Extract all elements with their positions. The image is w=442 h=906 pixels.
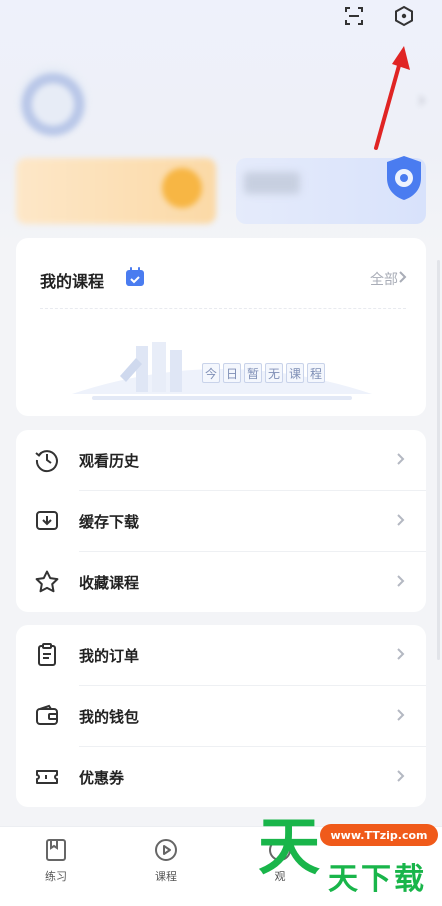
course-play-icon	[155, 839, 177, 861]
avatar[interactable]	[18, 66, 88, 136]
chevron-right-icon	[397, 514, 405, 526]
menu-item-label: 缓存下载	[79, 513, 140, 531]
chevron-right-icon	[397, 770, 405, 782]
empty-char: 日	[223, 363, 241, 383]
profile-row[interactable]: ›	[16, 62, 426, 138]
chevron-right-icon	[397, 709, 405, 721]
download-icon	[36, 511, 58, 530]
empty-char: 程	[307, 363, 325, 383]
empty-char: 无	[265, 363, 283, 383]
order-clipboard-icon	[38, 643, 56, 666]
menu-item-watch-history[interactable]: 观看历史	[16, 430, 426, 491]
empty-char: 今	[202, 363, 220, 383]
wallet-icon	[36, 704, 58, 725]
menu-item-label: 我的订单	[79, 647, 140, 665]
tab-label: 课程	[155, 870, 177, 883]
chevron-right-icon	[397, 453, 405, 465]
tab-label: 练习	[45, 870, 67, 883]
menu-item-label: 我的钱包	[79, 708, 140, 726]
chevron-right-icon	[397, 575, 405, 587]
menu-item-cache-download[interactable]: 缓存下载	[16, 491, 426, 552]
menu-item-my-wallet[interactable]: 我的钱包	[16, 686, 426, 747]
empty-char: 暂	[244, 363, 262, 383]
scrollbar[interactable]	[437, 260, 440, 660]
promo-text-blurred	[244, 172, 300, 194]
calendar-check-icon	[126, 267, 144, 286]
menu-item-label: 观看历史	[79, 452, 140, 470]
menu-item-label: 收藏课程	[79, 574, 140, 592]
my-courses-title: 我的课程	[40, 272, 105, 291]
my-courses-card: 我的课程 全部 今 日 暂 无 课 程	[16, 238, 426, 416]
menu-group-account: 我的订单 我的钱包 优惠券	[16, 625, 426, 807]
shield-badge-icon	[387, 156, 421, 200]
all-courses-link[interactable]: 全部	[370, 269, 398, 289]
empty-courses-text: 今 日 暂 无 课 程	[202, 363, 325, 383]
profile-chevron-icon: ›	[417, 88, 426, 113]
site-watermark: 天 www.TTzip.com 天下载	[252, 812, 442, 906]
watermark-text: 天下载	[328, 862, 427, 897]
menu-item-coupons[interactable]: 优惠券	[16, 747, 426, 808]
chevron-right-icon[interactable]	[398, 270, 408, 284]
star-icon	[35, 570, 59, 593]
history-clock-icon	[35, 450, 58, 473]
username-blurred	[102, 86, 202, 110]
tab-practice[interactable]: 练习	[26, 837, 86, 884]
menu-item-label: 优惠券	[79, 769, 125, 787]
menu-item-my-orders[interactable]: 我的订单	[16, 625, 426, 686]
divider	[40, 308, 406, 309]
promo-banner-orange[interactable]	[16, 158, 216, 224]
coin-icon	[162, 168, 202, 208]
tab-courses[interactable]: 课程	[136, 837, 196, 884]
practice-book-icon	[46, 839, 66, 861]
watermark-url: www.TTzip.com	[320, 824, 438, 846]
settings-hexagon-icon[interactable]	[390, 2, 418, 30]
promo-banner-blue[interactable]	[236, 156, 426, 224]
coupon-icon	[36, 770, 58, 784]
chevron-right-icon	[397, 648, 405, 660]
watermark-big-char: 天	[258, 810, 321, 883]
menu-group-learning: 观看历史 缓存下载 收藏课程	[16, 430, 426, 612]
menu-item-favorite-courses[interactable]: 收藏课程	[16, 552, 426, 613]
empty-char: 课	[286, 363, 304, 383]
scan-icon[interactable]	[340, 2, 368, 30]
